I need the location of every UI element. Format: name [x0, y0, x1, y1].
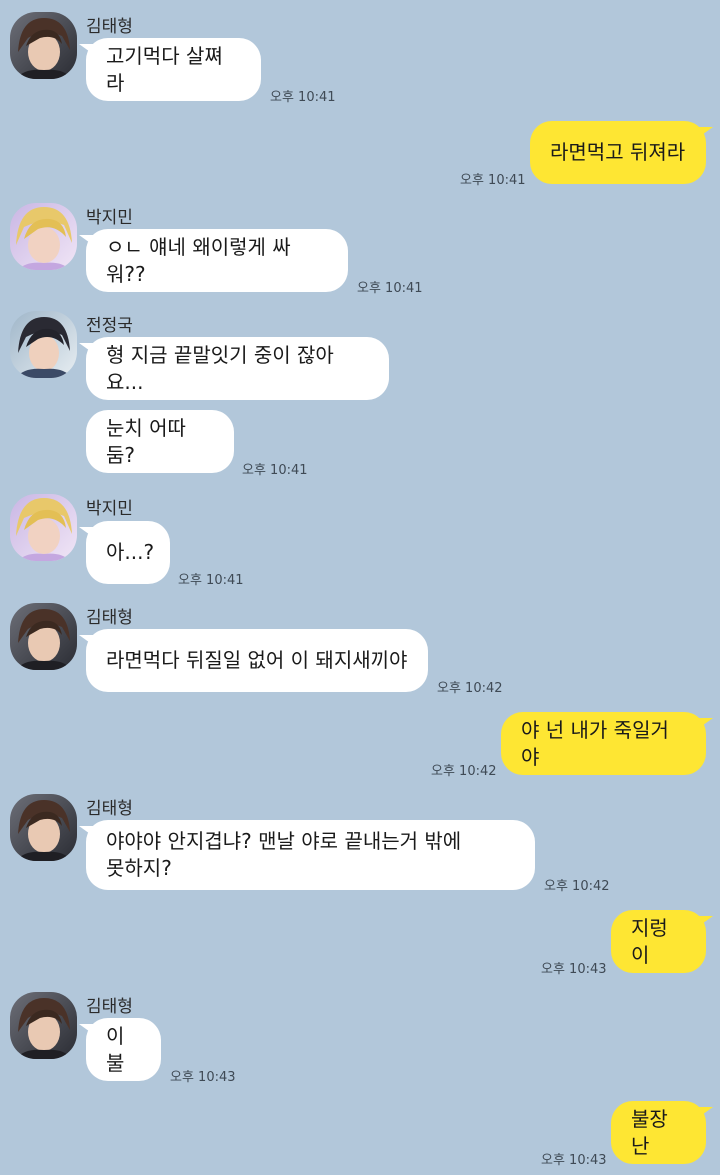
message-time: 오후 10:43 [541, 1153, 607, 1168]
sender-name: 김태형 [86, 799, 133, 819]
message-time: 오후 10:42 [544, 879, 610, 894]
message-time: 오후 10:42 [431, 764, 497, 779]
message-bubble[interactable]: 형 지금 끝말잇기 중이 잖아요... [79, 337, 389, 400]
message-time: 오후 10:41 [178, 573, 244, 588]
message-time: 오후 10:43 [541, 962, 607, 977]
profile-photo-taehyung [10, 794, 77, 861]
profile-photo-taehyung [10, 992, 77, 1059]
message-bubble[interactable]: 라면먹다 뒤질일 없어 이 돼지새끼야 [79, 629, 428, 692]
message-bubble[interactable]: 이불 [79, 1018, 161, 1081]
my-message-bubble[interactable]: 지렁이 [611, 910, 713, 973]
avatar[interactable] [10, 794, 77, 861]
my-message-bubble[interactable]: 야 넌 내가 죽일거야 [501, 712, 713, 775]
avatar[interactable] [10, 603, 77, 670]
message-time: 오후 10:43 [170, 1070, 236, 1085]
sender-name: 박지민 [86, 499, 133, 519]
my-message-bubble[interactable]: 라면먹고 뒤져라 [530, 121, 713, 184]
message-bubble[interactable]: 눈치 어따둠? [86, 410, 234, 473]
sender-name: 김태형 [86, 608, 133, 628]
sender-name: 전정국 [86, 316, 133, 336]
sender-name: 김태형 [86, 997, 133, 1017]
profile-photo-jimin [10, 203, 77, 270]
message-time: 오후 10:42 [437, 681, 503, 696]
message-time: 오후 10:41 [270, 90, 336, 105]
avatar[interactable] [10, 203, 77, 270]
message-bubble[interactable]: 아...? [79, 521, 170, 584]
message-time: 오후 10:41 [242, 463, 308, 478]
avatar[interactable] [10, 992, 77, 1059]
sender-name: 김태형 [86, 17, 133, 37]
profile-photo-jungkook [10, 311, 77, 378]
avatar[interactable] [10, 12, 77, 79]
profile-photo-taehyung [10, 603, 77, 670]
message-bubble[interactable]: 고기먹다 살쪄라 [79, 38, 261, 101]
message-bubble[interactable]: 야야야 안지겹냐? 맨날 야로 끝내는거 밖에 못하지? [79, 820, 535, 890]
message-time: 오후 10:41 [357, 281, 423, 296]
profile-photo-taehyung [10, 12, 77, 79]
avatar[interactable] [10, 494, 77, 561]
my-message-bubble[interactable]: 불장난 [611, 1101, 713, 1164]
sender-name: 박지민 [86, 208, 133, 228]
message-bubble[interactable]: ㅇㄴ 얘네 왜이렇게 싸워?? [79, 229, 348, 292]
profile-photo-jimin [10, 494, 77, 561]
avatar[interactable] [10, 311, 77, 378]
message-time: 오후 10:41 [460, 173, 526, 188]
